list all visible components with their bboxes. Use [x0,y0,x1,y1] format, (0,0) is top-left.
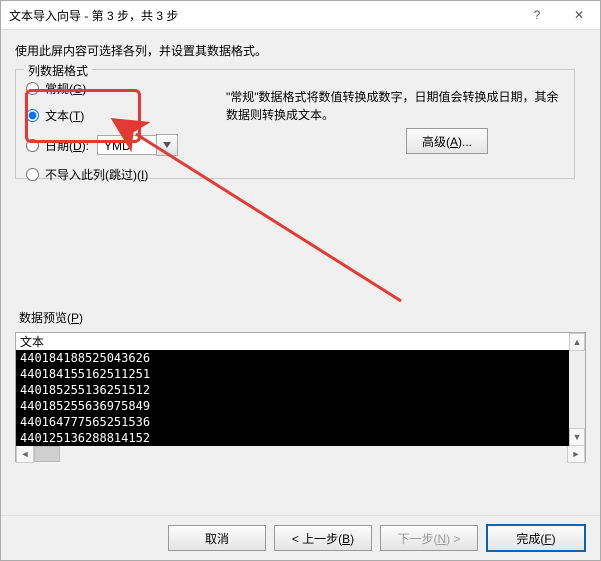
radio-general-input[interactable] [26,82,39,95]
preview-row: 440184155162511251 [20,366,581,382]
back-button[interactable]: < 上一步(B) [274,525,372,551]
format-description: "常规"数据格式将数值转换成数字，日期值会转换成日期，其余数据则转换成文本。 [226,88,564,124]
date-format-select[interactable]: YMD [97,134,178,156]
finish-button-label: 完成(F) [516,530,555,547]
preview-row: 440184188525043626 [20,350,581,366]
preview-row: 440185255636975849 [20,398,581,414]
radio-date[interactable]: 日期(D): YMD [26,134,206,156]
radio-text-input[interactable] [26,109,39,122]
radio-date-label: 日期(D): [45,137,89,154]
fieldset-legend: 列数据格式 [24,62,92,79]
preview-vertical-scrollbar[interactable]: ▲ ▼ [569,333,585,446]
help-button[interactable]: ? [516,1,558,29]
preview-row: 440185255136251512 [20,382,581,398]
preview-row: 440125136288814152 [20,430,581,446]
help-icon: ? [534,8,541,22]
close-icon: ✕ [574,8,584,22]
radio-skip[interactable]: 不导入此列(跳过)(I) [26,166,206,183]
back-button-label: < 上一步(B) [292,530,354,547]
radio-skip-input[interactable] [26,168,39,181]
preview-column-header: 文本 [16,333,585,350]
column-format-fieldset: 列数据格式 常规(G) 文本(T) 日期(D): YM [15,69,575,179]
cancel-button[interactable]: 取消 [168,525,266,551]
wizard-window: 文本导入向导 - 第 3 步，共 3 步 ? ✕ 使用此屏内容可选择各列，并设置… [0,0,601,561]
radio-skip-label: 不导入此列(跳过)(I) [45,166,148,183]
cancel-button-label: 取消 [205,530,229,547]
finish-button[interactable]: 完成(F) [486,524,586,552]
radio-text[interactable]: 文本(T) [26,107,206,124]
preview-horizontal-scrollbar[interactable]: ◄ ► [16,446,585,462]
radio-general[interactable]: 常规(G) [26,80,206,97]
preview-body: 440184188525043626 440184155162511251 44… [16,350,585,446]
date-format-value: YMD [97,135,157,155]
preview-row: 440164777565251536 [20,414,581,430]
preview-label: 数据预览(P) [19,309,600,326]
titlebar: 文本导入向导 - 第 3 步，共 3 步 ? ✕ [1,1,600,30]
window-title: 文本导入向导 - 第 3 步，共 3 步 [9,7,516,24]
scroll-h-thumb[interactable] [34,446,60,462]
next-button: 下一步(N) > [380,525,478,551]
data-preview: 文本 440184188525043626 440184155162511251… [15,332,586,462]
advanced-button-label: 高级(A)... [422,133,472,150]
scroll-up-icon[interactable]: ▲ [569,333,585,351]
close-button[interactable]: ✕ [558,1,600,29]
next-button-label: 下一步(N) > [397,530,460,547]
format-description-area: "常规"数据格式将数值转换成数字，日期值会转换成日期，其余数据则转换成文本。 高… [226,88,564,124]
chevron-down-icon[interactable] [156,134,178,156]
scroll-down-icon[interactable]: ▼ [569,428,585,446]
scroll-right-icon[interactable]: ► [567,445,585,463]
wizard-footer: 取消 < 上一步(B) 下一步(N) > 完成(F) [1,515,600,560]
scroll-v-track[interactable] [569,351,585,428]
scroll-left-icon[interactable]: ◄ [16,445,34,463]
radio-general-label: 常规(G) [45,80,86,97]
radio-text-label: 文本(T) [45,107,84,124]
radio-date-input[interactable] [26,139,39,152]
advanced-button[interactable]: 高级(A)... [406,128,488,154]
